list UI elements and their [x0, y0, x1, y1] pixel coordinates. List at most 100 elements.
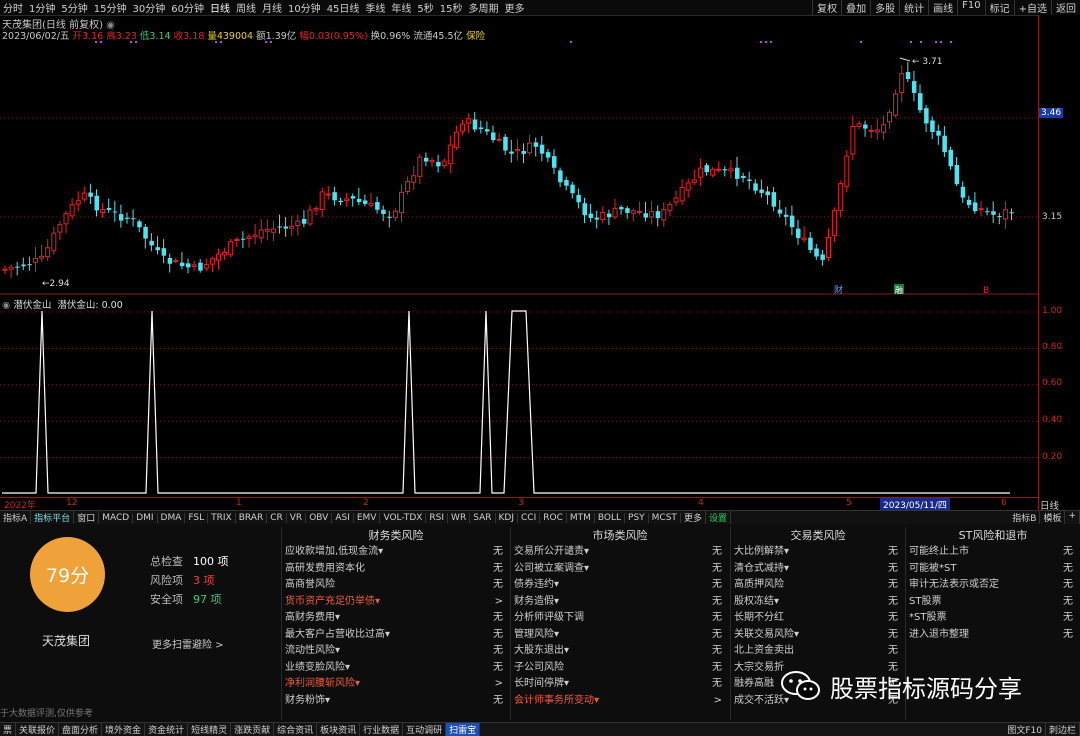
bottom-right-button[interactable]: 刺边栏: [1046, 723, 1080, 736]
indicator-tab[interactable]: DMA: [158, 512, 186, 523]
bottom-tab[interactable]: 综合资讯: [274, 723, 318, 736]
risk-item[interactable]: 最大客户占营收比过高▾ 无: [285, 627, 507, 644]
period-tab[interactable]: 年线: [388, 0, 414, 15]
risk-item[interactable]: 高财务费用▾ 无: [285, 610, 507, 627]
risk-item[interactable]: *ST股票 无: [909, 610, 1077, 627]
indicator-tab[interactable]: MCST: [649, 512, 681, 523]
toolbar-button[interactable]: 统计: [899, 0, 928, 15]
period-tab[interactable]: 60分钟: [168, 0, 207, 15]
toolbar-button[interactable]: 画线: [928, 0, 957, 15]
bottom-right-button[interactable]: 图文F10: [1004, 723, 1046, 736]
bottom-tab[interactable]: 境外资金: [102, 723, 146, 736]
indicator-tab[interactable]: WR: [448, 512, 471, 523]
risk-item[interactable]: 流动性风险▾ 无: [285, 643, 507, 660]
risk-item[interactable]: 股权冻结▾ 无: [734, 594, 902, 611]
bottom-tab[interactable]: 行业数据: [360, 723, 404, 736]
risk-item[interactable]: 会计师事务所变动▾ >: [514, 693, 726, 710]
indicator-tab[interactable]: FSL: [185, 512, 209, 523]
period-tab[interactable]: 1分钟: [26, 0, 58, 15]
indicator-tab[interactable]: BOLL: [595, 512, 626, 523]
period-tab[interactable]: 周线: [233, 0, 259, 15]
risk-item[interactable]: 长期不分红 无: [734, 610, 902, 627]
period-tab[interactable]: 月线: [259, 0, 285, 15]
risk-item[interactable]: 债券违约▾ 无: [514, 577, 726, 594]
risk-item[interactable]: 货币资产充足仍举债▾ >: [285, 594, 507, 611]
risk-item[interactable]: 北上资金卖出 无: [734, 643, 902, 660]
risk-item[interactable]: 大股东退出▾ 无: [514, 643, 726, 660]
indicator-tab[interactable]: CCI: [518, 512, 541, 523]
period-tab[interactable]: 更多: [502, 0, 528, 15]
indicator-tab[interactable]: VR: [287, 512, 307, 523]
indicator-tab[interactable]: 更多: [681, 511, 706, 524]
risk-item[interactable]: 财务造假▾ 无: [514, 594, 726, 611]
indicator-tab[interactable]: OBV: [306, 512, 333, 523]
indicator-tab[interactable]: SAR: [470, 512, 496, 523]
indicator-chart[interactable]: [0, 296, 1038, 496]
risk-item[interactable]: 可能被*ST 无: [909, 561, 1077, 578]
indicator-tab-right[interactable]: 指标B: [1009, 511, 1041, 524]
indicator-tab[interactable]: EMV: [354, 512, 381, 523]
toolbar-button[interactable]: 复权: [812, 0, 841, 15]
bottom-tab[interactable]: 短线精灵: [188, 723, 232, 736]
risk-item[interactable]: 高质押风险 无: [734, 577, 902, 594]
indicator-tab[interactable]: TRIX: [208, 512, 236, 523]
risk-item[interactable]: 净利润腰斩风险▾ >: [285, 676, 507, 693]
risk-item[interactable]: 应收款增加,低现金流▾ 无: [285, 544, 507, 561]
risk-item[interactable]: 分析师评级下调 无: [514, 610, 726, 627]
risk-item[interactable]: ST股票 无: [909, 594, 1077, 611]
indicator-tab-right[interactable]: +: [1065, 511, 1080, 524]
period-tab[interactable]: 30分钟: [129, 0, 168, 15]
indicator-tab[interactable]: 窗口: [74, 511, 100, 524]
risk-item[interactable]: 公司被立案调查▾ 无: [514, 561, 726, 578]
risk-item[interactable]: 大比例解禁▾ 无: [734, 544, 902, 561]
bottom-tab[interactable]: 资金统计: [145, 723, 189, 736]
risk-item[interactable]: 可能终止上市 无: [909, 544, 1077, 561]
indicator-tab[interactable]: DMI: [133, 512, 158, 523]
indicator-tab[interactable]: ASI: [332, 512, 354, 523]
indicator-tab[interactable]: BRAR: [236, 512, 268, 523]
risk-item[interactable]: 高商誉风险 无: [285, 577, 507, 594]
indicator-tab[interactable]: RSI: [426, 512, 449, 523]
bottom-tab[interactable]: 关联报价: [16, 723, 60, 736]
toolbar-button[interactable]: 多股: [870, 0, 899, 15]
risk-item[interactable]: 进入退市整理 无: [909, 627, 1077, 644]
period-tab[interactable]: 多周期: [466, 0, 502, 15]
indicator-tab[interactable]: MTM: [567, 512, 595, 523]
indicator-tab[interactable]: PSY: [625, 512, 649, 523]
indicator-tab[interactable]: VOL-TDX: [380, 512, 427, 523]
toolbar-button[interactable]: 标记: [984, 0, 1014, 15]
bottom-tab[interactable]: 盘面分析: [59, 723, 103, 736]
candlestick-chart[interactable]: ← 3.71 ←2.94 财 融 B: [0, 15, 1038, 295]
period-tab[interactable]: 季线: [362, 0, 388, 15]
period-tab[interactable]: 5分钟: [58, 0, 90, 15]
risk-item[interactable]: 长时间停牌▾ 无: [514, 676, 726, 693]
indicator-tab[interactable]: CR: [267, 512, 287, 523]
period-tab[interactable]: 15分钟: [91, 0, 130, 15]
indicator-tab[interactable]: 设置: [706, 511, 731, 524]
period-tab[interactable]: 10分钟: [285, 0, 324, 15]
period-tab[interactable]: 分时: [0, 0, 26, 15]
toolbar-button[interactable]: F10: [957, 0, 984, 15]
toolbar-button[interactable]: 叠加: [841, 0, 870, 15]
period-tab[interactable]: 日线: [207, 0, 233, 15]
toolbar-button[interactable]: 返回: [1051, 0, 1080, 15]
risk-item[interactable]: 审计无法表示或否定 无: [909, 577, 1077, 594]
indicator-tab[interactable]: ROC: [540, 512, 567, 523]
bottom-tab[interactable]: 扫雷宝: [446, 723, 481, 736]
period-tab[interactable]: 15秒: [437, 0, 466, 15]
toolbar-button[interactable]: +自选: [1013, 0, 1051, 15]
indicator-tab[interactable]: KDJ: [496, 512, 518, 523]
period-tab[interactable]: 5秒: [414, 0, 436, 15]
risk-item[interactable]: 管理风险▾ 无: [514, 627, 726, 644]
indicator-tab-right[interactable]: 模板: [1040, 511, 1066, 524]
bottom-tab[interactable]: 涨跌贡献: [231, 723, 275, 736]
bottom-tab[interactable]: 板块资讯: [317, 723, 361, 736]
risk-item[interactable]: 子公司风险 无: [514, 660, 726, 677]
risk-item[interactable]: 业绩变脸风险▾ 无: [285, 660, 507, 677]
period-tab[interactable]: 45日线: [324, 0, 363, 15]
more-scan-link[interactable]: 更多扫雷避险 >: [152, 636, 224, 651]
risk-item[interactable]: 清仓式减持▾ 无: [734, 561, 902, 578]
risk-item[interactable]: 财务粉饰▾ 无: [285, 693, 507, 710]
risk-item[interactable]: 高研发费用资本化 无: [285, 561, 507, 578]
risk-item[interactable]: 交易所公开谴责▾ 无: [514, 544, 726, 561]
